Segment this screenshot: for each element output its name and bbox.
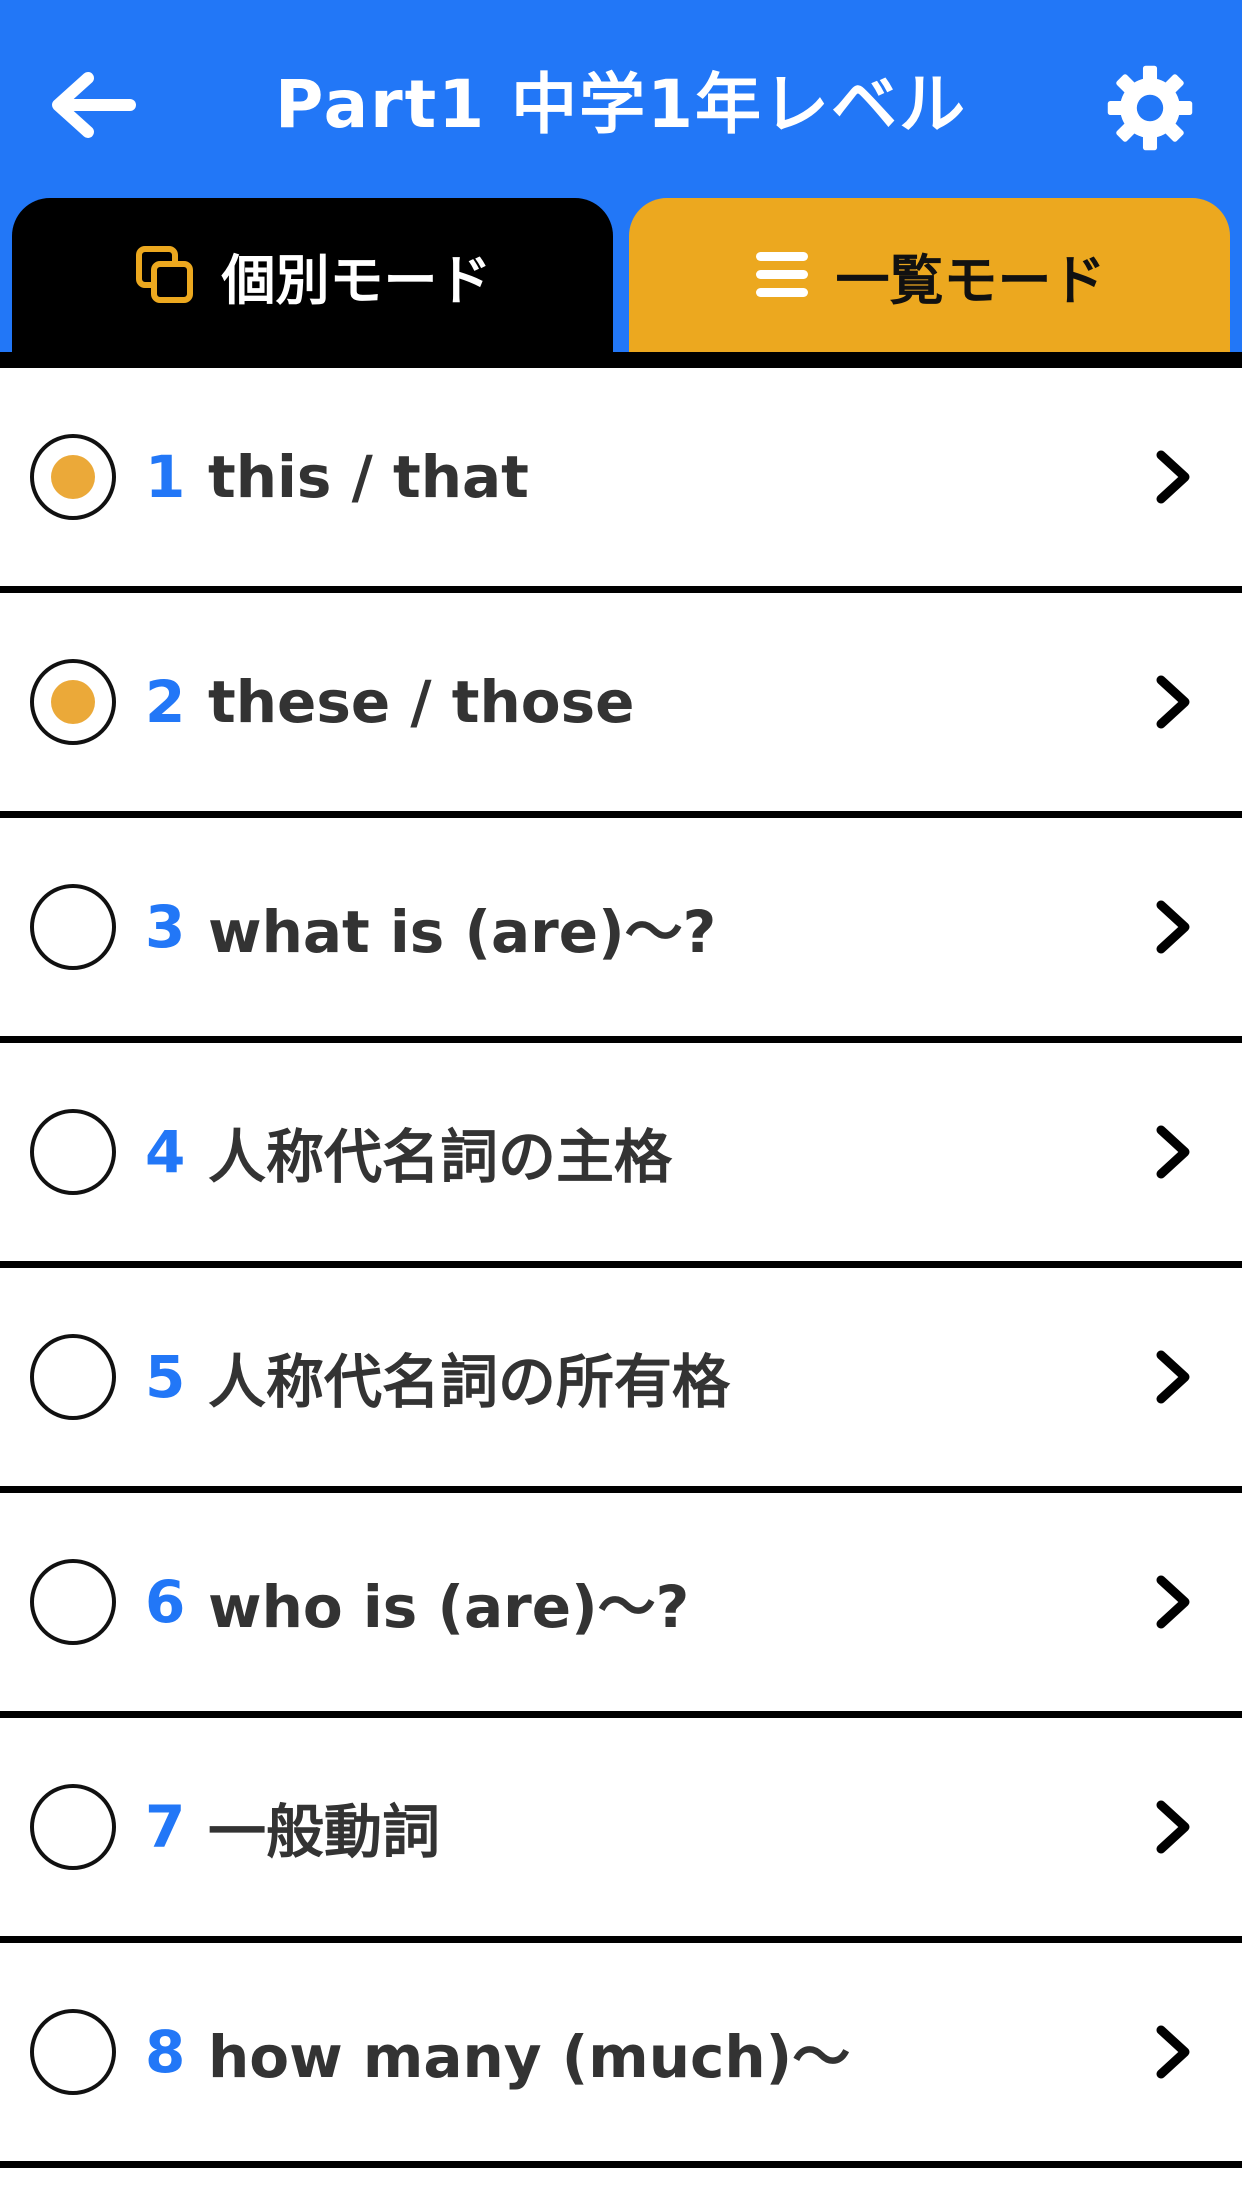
app-header: Part1 中学1年レベル 個別モード 一覧モード [0,0,1242,352]
chevron-right-icon [1148,670,1198,734]
lesson-title: what is (are)～? [208,898,717,966]
lesson-item-1[interactable]: 1 this / that [0,368,1242,593]
lesson-title: this / that [208,443,529,511]
lesson-number: 4 [145,1118,186,1186]
lesson-number: 5 [145,1343,186,1411]
lesson-item-8[interactable]: 8 how many (much)～ [0,1943,1242,2168]
lesson-item-3[interactable]: 3 what is (are)～? [0,818,1242,1043]
lesson-item-4[interactable]: 4 人称代名詞の主格 [0,1043,1242,1268]
lesson-number: 2 [145,668,186,736]
completion-radio [30,1109,116,1195]
lesson-title: how many (much)～ [208,2023,851,2091]
chevron-right-icon [1148,445,1198,509]
lesson-number: 6 [145,1568,186,1636]
settings-button[interactable] [1100,58,1200,158]
chevron-right-icon [1148,2020,1198,2084]
list-icon [754,250,810,300]
tab-individual-mode[interactable]: 個別モード [12,198,613,352]
page-title: Part1 中学1年レベル [274,66,968,143]
completion-radio [30,659,116,745]
gear-icon [1107,65,1193,151]
lesson-number: 3 [145,893,186,961]
chevron-right-icon [1148,1795,1198,1859]
tab-label: 一覧モード [835,248,1106,312]
chevron-right-icon [1148,1570,1198,1634]
lesson-title: 人称代名詞の主格 [208,1123,673,1191]
completed-dot [51,680,95,724]
completion-radio [30,884,116,970]
tab-label: 個別モード [221,248,492,312]
lesson-item-7[interactable]: 7 一般動詞 [0,1718,1242,1943]
lesson-title: 人称代名詞の所有格 [208,1348,731,1416]
lesson-number: 7 [145,1793,186,1861]
completion-radio [30,1559,116,1645]
completion-radio [30,1334,116,1420]
lesson-item-5[interactable]: 5 人称代名詞の所有格 [0,1268,1242,1493]
tab-list-mode[interactable]: 一覧モード [629,198,1230,352]
completion-radio [30,434,116,520]
tab-divider [0,352,1242,368]
lesson-item-2[interactable]: 2 these / those [0,593,1242,818]
chevron-right-icon [1148,895,1198,959]
lesson-number: 1 [145,443,186,511]
chevron-right-icon [1148,1345,1198,1409]
lesson-item-6[interactable]: 6 who is (are)～? [0,1493,1242,1718]
lesson-title: 一般動詞 [208,1798,441,1866]
lesson-number: 8 [145,2018,186,2086]
completed-dot [51,455,95,499]
completion-radio [30,1784,116,1870]
lesson-title: who is (are)～? [208,1573,690,1641]
chevron-right-icon [1148,1120,1198,1184]
lesson-list: 1 this / that 2 these / those 3 what is … [0,368,1242,2168]
lesson-title: these / those [208,668,635,736]
copy-icon [134,244,196,306]
completion-radio [30,2009,116,2095]
